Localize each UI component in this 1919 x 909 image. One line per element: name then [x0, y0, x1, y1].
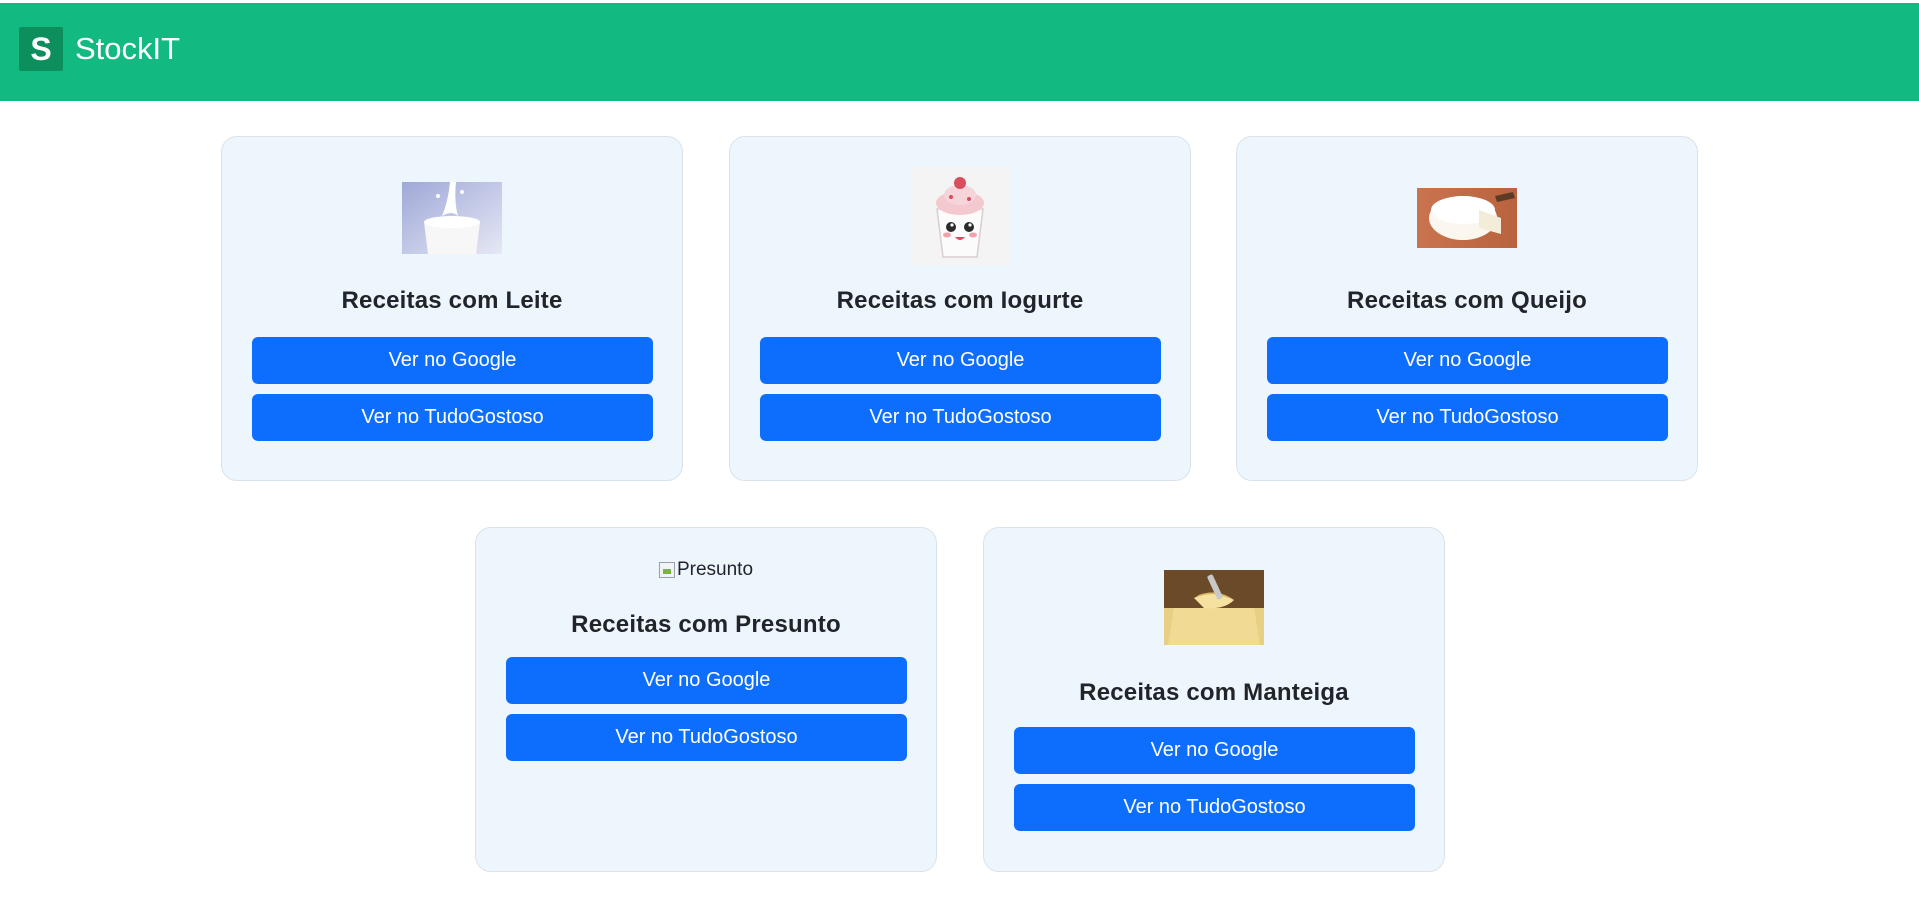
card-title: Receitas com Iogurte: [836, 287, 1084, 314]
milk-image: [402, 182, 502, 254]
navbar: S StockIT: [0, 3, 1919, 101]
google-button[interactable]: Ver no Google: [760, 337, 1161, 384]
card-title: Receitas com Presunto: [571, 611, 841, 638]
brand-link[interactable]: S StockIT: [19, 27, 180, 71]
recipe-card-manteiga: Receitas com Manteiga Ver no Google Ver …: [983, 527, 1445, 872]
tudogostoso-button[interactable]: Ver no TudoGostoso: [1014, 784, 1415, 831]
butter-image: [1164, 570, 1264, 645]
broken-image: Presunto: [658, 559, 754, 581]
tudogostoso-button[interactable]: Ver no TudoGostoso: [252, 394, 653, 441]
card-title: Receitas com Queijo: [1347, 287, 1587, 314]
logo-icon: S: [19, 27, 63, 71]
google-button[interactable]: Ver no Google: [1267, 337, 1668, 384]
tudogostoso-button[interactable]: Ver no TudoGostoso: [760, 394, 1161, 441]
tudogostoso-button[interactable]: Ver no TudoGostoso: [506, 714, 907, 761]
card-title: Receitas com Manteiga: [1079, 679, 1349, 706]
broken-image-icon: [658, 562, 675, 578]
recipe-card-iogurte: Receitas com Iogurte Ver no Google Ver n…: [729, 136, 1191, 481]
recipe-card-leite: Receitas com Leite Ver no Google Ver no …: [221, 136, 683, 481]
app-name: StockIT: [75, 31, 181, 66]
cheese-image: [1417, 188, 1517, 248]
recipe-card-presunto: Presunto Receitas com Presunto Ver no Go…: [475, 527, 937, 872]
google-button[interactable]: Ver no Google: [506, 657, 907, 704]
yogurt-image: [911, 167, 1009, 265]
google-button[interactable]: Ver no Google: [252, 337, 653, 384]
tudogostoso-button[interactable]: Ver no TudoGostoso: [1267, 394, 1668, 441]
recipe-card-queijo: Receitas com Queijo Ver no Google Ver no…: [1236, 136, 1698, 481]
card-title: Receitas com Leite: [341, 287, 563, 314]
google-button[interactable]: Ver no Google: [1014, 727, 1415, 774]
image-alt-text: Presunto: [676, 559, 754, 580]
